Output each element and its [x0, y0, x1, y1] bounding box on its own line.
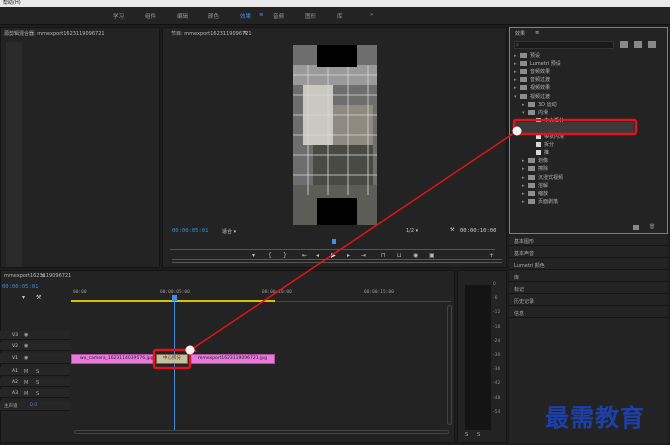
highlight-box-effect [512, 118, 638, 136]
tutorial-annotation-overlay [152, 118, 638, 370]
highlight-box-transition [152, 348, 192, 370]
drag-start-dot [512, 126, 522, 136]
drag-arrow-line [191, 130, 518, 350]
watermark-logo: 最需教育 [545, 403, 645, 432]
drag-end-dot [185, 345, 195, 355]
